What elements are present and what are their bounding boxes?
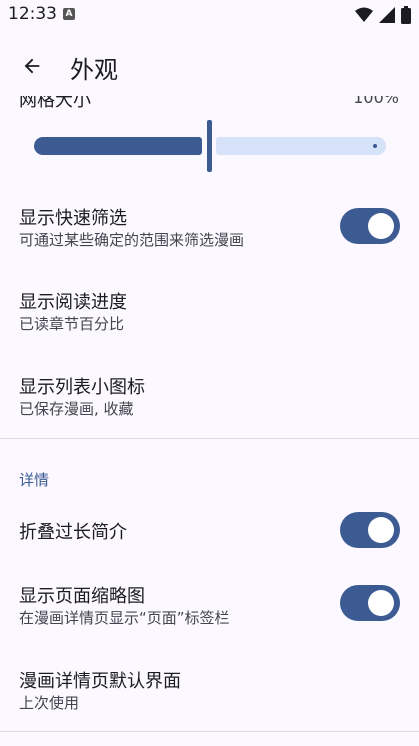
wifi-icon: [355, 7, 373, 22]
setting-subtitle: 已读章节百分比: [19, 315, 125, 333]
status-time: 12:33: [8, 4, 57, 24]
top-app-bar: 外观: [0, 36, 419, 96]
slider-inactive-track: [216, 137, 386, 155]
toggle-thumb: [368, 590, 394, 616]
toggle-thumb: [368, 517, 394, 543]
setting-subtitle: 上次使用: [19, 694, 80, 712]
setting-default-detail-page[interactable]: 漫画详情页默认界面 上次使用: [0, 659, 419, 723]
setting-collapse-description[interactable]: 折叠过长简介: [0, 507, 419, 553]
signal-icon: [379, 7, 395, 23]
setting-title: 漫画详情页默认界面: [19, 671, 181, 692]
back-button[interactable]: [14, 48, 50, 84]
setting-page-thumbnails[interactable]: 显示页面缩略图 在漫画详情页显示“页面”标签栏: [0, 574, 419, 638]
setting-title: 折叠过长简介: [19, 522, 127, 543]
slider-stop-indicator: [373, 144, 377, 148]
grid-size-value: 100%: [353, 96, 399, 107]
setting-title: 显示页面缩略图: [19, 586, 145, 607]
setting-subtitle: 已保存漫画, 收藏: [19, 400, 134, 418]
quick-filter-toggle[interactable]: [340, 208, 400, 244]
battery-icon: [401, 6, 411, 24]
section-header-details: 详情: [19, 471, 50, 489]
setting-subtitle: 可通过某些确定的范围来筛选漫画: [19, 231, 245, 249]
notification-app-icon: A: [63, 8, 75, 20]
setting-quick-filter[interactable]: 显示快速筛选 可通过某些确定的范围来筛选漫画: [0, 196, 419, 260]
page-title: 外观: [70, 56, 118, 84]
setting-title: 显示阅读进度: [19, 292, 127, 313]
arrow-left-icon: [24, 58, 40, 74]
setting-title: 显示快速筛选: [19, 208, 127, 229]
setting-list-icons[interactable]: 显示列表小图标 已保存漫画, 收藏: [0, 365, 419, 429]
grid-size-row: 网格大小 100%: [0, 96, 419, 116]
collapse-description-toggle[interactable]: [340, 512, 400, 548]
toggle-thumb: [368, 213, 394, 239]
status-icons: [355, 6, 411, 24]
slider-active-track: [34, 137, 202, 155]
setting-title: 显示列表小图标: [19, 377, 145, 398]
slider-handle[interactable]: [207, 120, 212, 172]
grid-size-title: 网格大小: [19, 96, 91, 111]
grid-size-slider[interactable]: [34, 120, 386, 172]
divider: [0, 731, 419, 732]
divider: [0, 438, 419, 439]
setting-reading-progress[interactable]: 显示阅读进度 已读章节百分比: [0, 280, 419, 344]
setting-subtitle: 在漫画详情页显示“页面”标签栏: [19, 609, 230, 627]
page-thumbnails-toggle[interactable]: [340, 585, 400, 621]
status-bar: 12:33 A: [0, 0, 419, 30]
